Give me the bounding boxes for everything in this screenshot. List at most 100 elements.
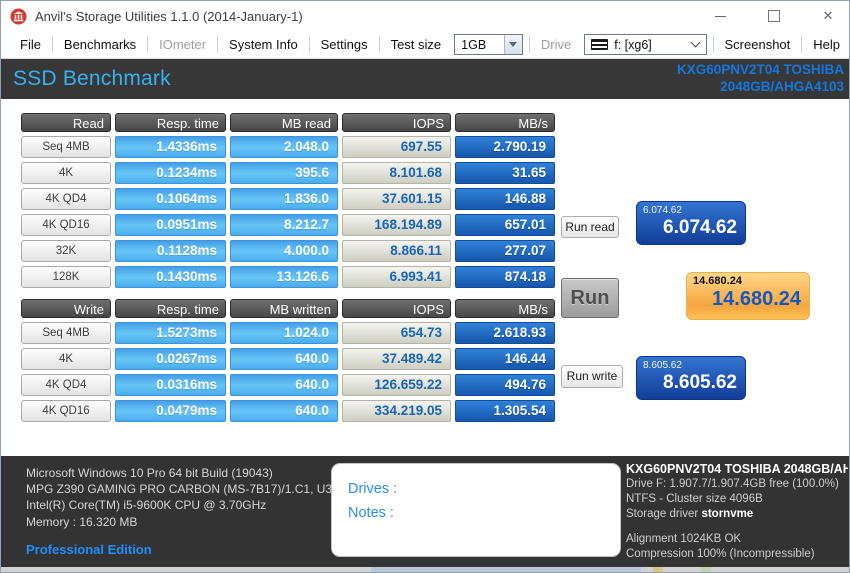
drive-select[interactable]: f: [xg6] — [584, 34, 707, 55]
read-resp-time: 0.1064ms — [115, 188, 226, 210]
write-row-label[interactable]: 4K — [21, 348, 111, 370]
alignment-line: Alignment 1024KB OK — [626, 533, 742, 545]
read-row-label[interactable]: Seq 4MB — [21, 136, 111, 158]
notes-label: Notes : — [348, 505, 394, 521]
total-score-value: 14.680.24 — [712, 288, 801, 310]
write-iops: 126.659.22 — [342, 374, 451, 396]
read-resp-time: 0.0951ms — [115, 214, 226, 236]
mb-written-header[interactable]: MB written — [230, 299, 338, 318]
read-row-label[interactable]: 4K — [21, 162, 111, 184]
read-resp-time: 0.1128ms — [115, 240, 226, 262]
read-mb: 395.6 — [230, 162, 338, 184]
read-mb: 2.048.0 — [230, 136, 338, 158]
maximize-icon[interactable] — [767, 9, 781, 23]
read-row-label[interactable]: 4K QD4 — [21, 188, 111, 210]
read-iops: 8.101.68 — [342, 162, 451, 184]
test-size-value: 1GB — [461, 37, 487, 52]
menu-screenshot[interactable]: Screenshot — [716, 33, 800, 56]
notes-box[interactable]: Drives : Notes : — [331, 463, 621, 557]
read-table: Read Resp. time MB read IOPS MB/s Seq 4M… — [21, 113, 555, 288]
motherboard-line: MPG Z390 GAMING PRO CARBON (MS-7B17)/1.C… — [26, 482, 347, 497]
write-resp-time: 0.0479ms — [115, 400, 226, 422]
write-table: Write Resp. time MB written IOPS MB/s Se… — [21, 299, 555, 422]
run-read-button[interactable]: Run read — [561, 216, 619, 238]
window-title: Anvil's Storage Utilities 1.1.0 (2014-Ja… — [35, 8, 303, 24]
menu-separator — [308, 36, 310, 53]
drives-label: Drives : — [348, 481, 398, 497]
write-mb: 1.024.0 — [230, 322, 338, 344]
read-row-label[interactable]: 32K — [21, 240, 111, 262]
menu-separator — [51, 36, 53, 53]
read-mbs: 146.88 — [455, 188, 555, 210]
mbs-header[interactable]: MB/s — [455, 113, 555, 132]
system-info-block: Microsoft Windows 10 Pro 64 bit Build (1… — [26, 465, 347, 558]
write-header[interactable]: Write — [21, 299, 111, 318]
footer-panel: Microsoft Windows 10 Pro 64 bit Build (1… — [1, 456, 849, 567]
minimize-icon[interactable] — [713, 9, 727, 23]
mbs-header[interactable]: MB/s — [455, 299, 555, 318]
chevron-down-icon — [690, 37, 701, 48]
write-row-label[interactable]: 4K QD16 — [21, 400, 111, 422]
read-mbs: 2.790.19 — [455, 136, 555, 158]
device-name: KXG60PNV2T04 TOSHIBA 2048GB/AHGA4103 — [677, 61, 844, 95]
read-row-label[interactable]: 128K — [21, 266, 111, 288]
resp-time-header[interactable]: Resp. time — [115, 113, 226, 132]
test-size-dropdown-icon[interactable] — [503, 35, 522, 54]
drive-value: f: [xg6] — [614, 37, 652, 52]
read-header[interactable]: Read — [21, 113, 111, 132]
read-mbs: 874.18 — [455, 266, 555, 288]
write-mbs: 1.305.54 — [455, 400, 555, 422]
compression-line: Compression 100% (Incompressible) — [626, 548, 815, 560]
read-resp-time: 0.1234ms — [115, 162, 226, 184]
menu-separator — [712, 36, 714, 53]
menu-system-info[interactable]: System Info — [220, 33, 307, 56]
run-write-button[interactable]: Run write — [561, 365, 623, 388]
read-resp-time: 0.1430ms — [115, 266, 226, 288]
write-row-label[interactable]: 4K QD4 — [21, 374, 111, 396]
os-line: Microsoft Windows 10 Pro 64 bit Build (1… — [26, 466, 273, 480]
write-row-label[interactable]: Seq 4MB — [21, 322, 111, 344]
main-area: Read Resp. time MB read IOPS MB/s Seq 4M… — [1, 99, 849, 456]
write-resp-time: 0.0316ms — [115, 374, 226, 396]
drive-free-line: Drive F: 1.907.7/1.907.4GB free (100.0%) — [626, 478, 839, 490]
menu-file[interactable]: File — [11, 33, 50, 56]
storage-driver-line: Storage driver stornvme — [626, 508, 754, 520]
read-row-label[interactable]: 4K QD16 — [21, 214, 111, 236]
drive-icon — [591, 39, 609, 50]
menu-bar: File Benchmarks IOmeter System Info Sett… — [1, 31, 849, 59]
header-band: SSD Benchmark KXG60PNV2T04 TOSHIBA 2048G… — [1, 59, 849, 99]
write-score-box: 8.605.62 8.605.62 — [636, 356, 746, 400]
menu-benchmarks[interactable]: Benchmarks — [55, 33, 145, 56]
window-bottom-edge — [1, 567, 849, 572]
filesystem-line: NTFS - Cluster size 4096B — [626, 493, 763, 505]
read-iops: 8.866.11 — [342, 240, 451, 262]
write-mb: 640.0 — [230, 374, 338, 396]
read-mbs: 31.65 — [455, 162, 555, 184]
menu-separator — [801, 36, 803, 53]
iops-header[interactable]: IOPS — [342, 299, 451, 318]
menu-separator — [528, 36, 530, 53]
write-iops: 37.489.42 — [342, 348, 451, 370]
read-mbs: 277.07 — [455, 240, 555, 262]
resp-time-header[interactable]: Resp. time — [115, 299, 226, 318]
close-icon[interactable]: ✕ — [821, 9, 835, 23]
write-iops: 334.219.05 — [342, 400, 451, 422]
mb-read-header[interactable]: MB read — [230, 113, 338, 132]
run-button[interactable]: Run — [561, 278, 619, 318]
page-title: SSD Benchmark — [13, 67, 171, 90]
write-mbs: 2.618.93 — [455, 322, 555, 344]
test-size-select[interactable]: 1GB — [454, 34, 523, 55]
read-score-small: 6.074.62 — [643, 205, 682, 216]
write-score-small: 8.605.62 — [643, 360, 682, 371]
read-mb: 1.836.0 — [230, 188, 338, 210]
drive-info-title: KXG60PNV2T04 TOSHIBA 2048GB/AHGA4103 — [626, 462, 848, 476]
menu-help[interactable]: Help — [804, 33, 849, 56]
menu-separator — [217, 36, 219, 53]
read-iops: 168.194.89 — [342, 214, 451, 236]
write-mbs: 146.44 — [455, 348, 555, 370]
menu-settings[interactable]: Settings — [312, 33, 377, 56]
write-iops: 654.73 — [342, 322, 451, 344]
edition-label: Professional Edition — [26, 541, 152, 557]
iops-header[interactable]: IOPS — [342, 113, 451, 132]
total-score-box: 14.680.24 14.680.24 — [686, 272, 810, 320]
